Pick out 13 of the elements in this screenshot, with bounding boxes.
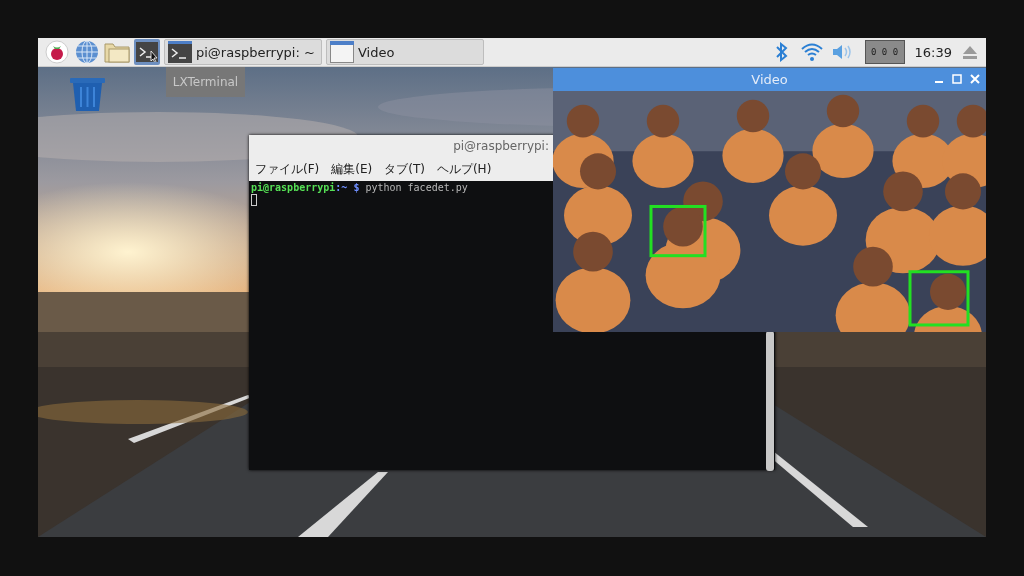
terminal-icon: [168, 41, 192, 63]
task-button[interactable]: pi@raspberrypi: ~: [164, 39, 322, 65]
globe-icon[interactable]: [74, 39, 100, 65]
wifi-icon[interactable]: [800, 42, 823, 62]
volume-icon[interactable]: [830, 42, 853, 62]
clock[interactable]: 16:39: [914, 44, 952, 60]
raspberry-icon[interactable]: [44, 39, 70, 65]
task-button[interactable]: Video: [326, 39, 484, 65]
window-icon: [330, 41, 354, 63]
terminal-icon[interactable]: [134, 39, 160, 65]
bluetooth-icon[interactable]: [774, 42, 789, 62]
cpu-monitor: 0 0 0: [864, 40, 905, 64]
eject-icon[interactable]: [962, 45, 978, 59]
